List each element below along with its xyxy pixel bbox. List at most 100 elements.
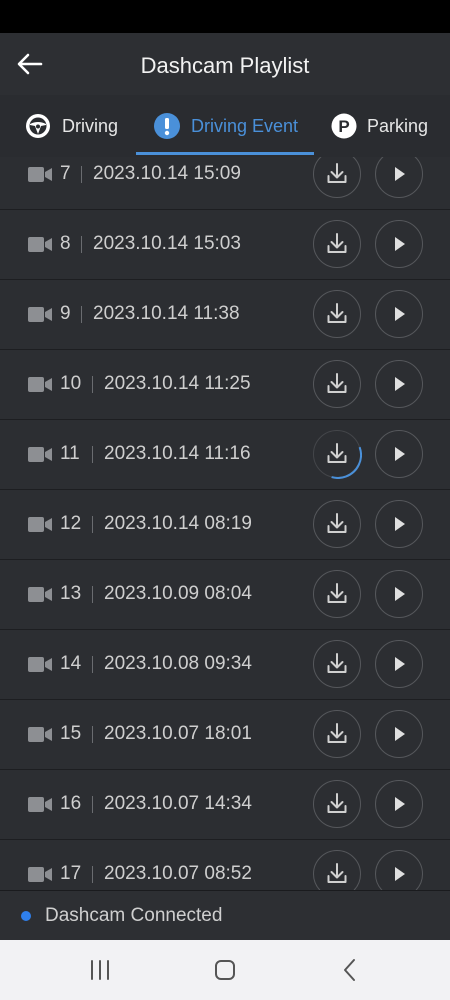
list-item[interactable]: 9 2023.10.14 11:38 <box>0 280 450 350</box>
play-icon <box>395 237 405 251</box>
play-icon <box>395 517 405 531</box>
download-progress-ring <box>314 431 362 479</box>
download-button[interactable] <box>313 157 361 198</box>
download-icon <box>327 583 347 603</box>
download-button[interactable] <box>313 850 361 890</box>
list-item[interactable]: 8 2023.10.14 15:03 <box>0 210 450 280</box>
tab-label-driving-event: Driving Event <box>191 115 299 136</box>
item-index: 11 <box>60 443 80 464</box>
video-camera-icon <box>28 237 52 252</box>
item-date: 2023.10.08 09:34 <box>104 653 252 674</box>
item-divider <box>81 166 82 183</box>
download-button[interactable] <box>313 430 362 479</box>
exclamation-icon <box>154 113 180 139</box>
download-icon <box>327 863 347 883</box>
play-button[interactable] <box>375 500 423 548</box>
video-camera-icon <box>28 587 52 602</box>
item-date: 2023.10.07 14:34 <box>104 793 252 814</box>
steering-wheel-icon <box>26 114 50 138</box>
system-back-button[interactable] <box>330 954 370 986</box>
connection-status-bar: Dashcam Connected <box>0 890 450 941</box>
download-icon <box>327 233 347 253</box>
item-index: 17 <box>60 863 82 884</box>
item-divider <box>81 306 82 323</box>
play-button[interactable] <box>375 640 423 688</box>
item-index: 8 <box>60 233 71 254</box>
tab-driving-event[interactable]: Driving Event <box>153 95 298 157</box>
list-item[interactable]: 16 2023.10.07 14:34 <box>0 770 450 840</box>
item-index: 12 <box>60 513 82 534</box>
video-camera-icon <box>28 377 52 392</box>
download-icon <box>327 303 347 323</box>
recent-apps-button[interactable] <box>80 954 120 986</box>
download-icon <box>327 163 347 183</box>
play-button[interactable] <box>375 290 423 338</box>
download-button[interactable] <box>313 360 361 408</box>
play-icon <box>395 447 405 461</box>
download-button[interactable] <box>313 780 361 828</box>
download-icon <box>327 513 347 533</box>
download-button[interactable] <box>313 640 361 688</box>
download-icon <box>327 653 347 673</box>
list-item[interactable]: 10 2023.10.14 11:25 <box>0 350 450 420</box>
play-button[interactable] <box>375 157 423 198</box>
download-button[interactable] <box>313 570 361 618</box>
video-camera-icon <box>28 307 52 322</box>
back-icon <box>344 959 355 981</box>
home-button[interactable] <box>205 954 245 986</box>
download-button[interactable] <box>313 290 361 338</box>
download-button[interactable] <box>313 220 361 268</box>
list-item[interactable]: 7 2023.10.14 15:09 <box>0 157 450 210</box>
item-date: 2023.10.14 11:16 <box>104 443 251 464</box>
system-nav-bar <box>0 940 450 1000</box>
play-button[interactable] <box>375 850 423 890</box>
list-item[interactable]: 12 2023.10.14 08:19 <box>0 490 450 560</box>
list-item[interactable]: 14 2023.10.08 09:34 <box>0 630 450 700</box>
tab-label-driving: Driving <box>62 115 119 136</box>
connection-status-dot <box>21 911 31 921</box>
item-index: 9 <box>60 303 71 324</box>
item-index: 13 <box>60 583 82 604</box>
item-index: 14 <box>60 653 82 674</box>
download-icon <box>327 373 347 393</box>
app-header: Dashcam Playlist <box>0 33 450 95</box>
item-date: 2023.10.14 11:25 <box>104 373 251 394</box>
play-icon <box>395 867 405 881</box>
play-icon <box>395 307 405 321</box>
parking-icon: P <box>331 113 357 139</box>
play-button[interactable] <box>375 570 423 618</box>
item-divider <box>92 726 93 743</box>
tab-driving[interactable]: Driving <box>24 95 118 157</box>
play-button[interactable] <box>375 780 423 828</box>
home-icon <box>215 960 235 980</box>
play-icon <box>395 797 405 811</box>
item-divider <box>92 376 93 393</box>
tab-parking[interactable]: P Parking <box>331 95 428 157</box>
download-icon <box>327 793 347 813</box>
play-icon <box>395 587 405 601</box>
item-date: 2023.10.14 15:03 <box>93 233 241 254</box>
video-camera-icon <box>28 447 52 462</box>
list-item[interactable]: 17 2023.10.07 08:52 <box>0 840 450 890</box>
item-divider <box>92 656 93 673</box>
download-icon <box>327 723 347 743</box>
list-item[interactable]: 11 2023.10.14 11:16 <box>0 420 450 490</box>
active-tab-indicator <box>136 152 314 155</box>
item-divider <box>92 446 93 463</box>
play-button[interactable] <box>375 430 423 478</box>
download-button[interactable] <box>313 500 361 548</box>
item-divider <box>92 586 93 603</box>
tab-label-parking: Parking <box>367 115 429 136</box>
play-button[interactable] <box>375 710 423 758</box>
play-icon <box>395 727 405 741</box>
list-item[interactable]: 15 2023.10.07 18:01 <box>0 700 450 770</box>
list-item[interactable]: 13 2023.10.09 08:04 <box>0 560 450 630</box>
download-button[interactable] <box>313 710 361 758</box>
tab-bar: Driving Driving Event P Parking <box>0 95 450 158</box>
recent-apps-icon <box>91 960 109 980</box>
item-date: 2023.10.09 08:04 <box>104 583 252 604</box>
play-button[interactable] <box>375 360 423 408</box>
page-title: Dashcam Playlist <box>140 53 310 78</box>
event-list[interactable]: 7 2023.10.14 15:09 8 2023.10.14 15:03 9 2023.… <box>0 157 450 890</box>
play-button[interactable] <box>375 220 423 268</box>
